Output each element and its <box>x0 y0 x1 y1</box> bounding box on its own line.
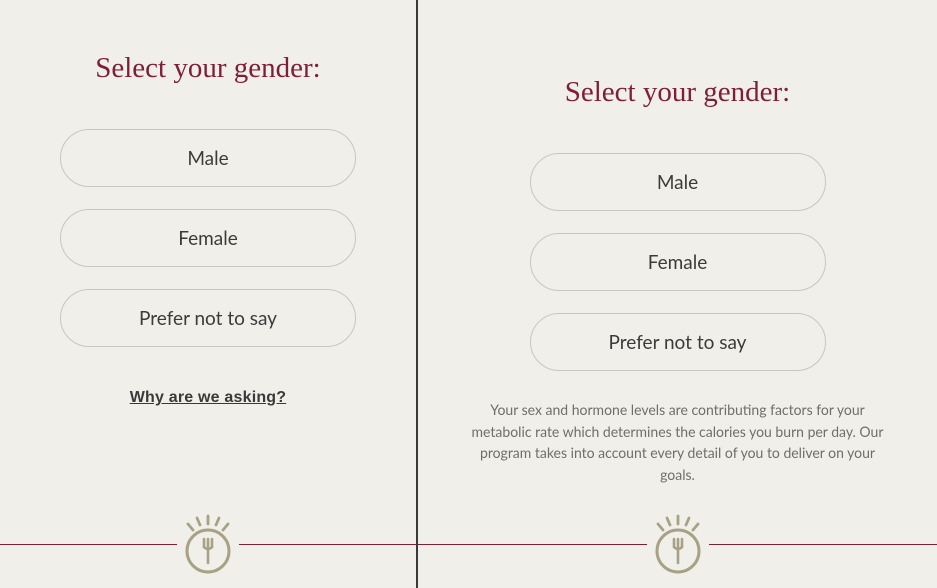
why-asking-link[interactable]: Why are we asking? <box>130 389 287 407</box>
explanation-text: Your sex and hormone levels are contribu… <box>458 399 898 486</box>
option-female[interactable]: Female <box>60 209 356 267</box>
option-male[interactable]: Male <box>60 129 356 187</box>
option-prefer-not-to-say[interactable]: Prefer not to say <box>530 313 826 371</box>
option-prefer-not-to-say[interactable]: Prefer not to say <box>60 289 356 347</box>
gender-options: Male Female Prefer not to say <box>530 153 826 371</box>
fork-badge-icon <box>647 513 709 575</box>
page-title: Select your gender: <box>95 52 320 85</box>
fork-badge-icon <box>177 513 239 575</box>
gender-options: Male Female Prefer not to say <box>60 129 356 347</box>
gender-select-panel-expanded: Select your gender: Male Female Prefer n… <box>418 0 937 588</box>
option-female[interactable]: Female <box>530 233 826 291</box>
option-male[interactable]: Male <box>530 153 826 211</box>
page-title: Select your gender: <box>565 76 790 109</box>
gender-select-panel-collapsed: Select your gender: Male Female Prefer n… <box>0 0 418 588</box>
